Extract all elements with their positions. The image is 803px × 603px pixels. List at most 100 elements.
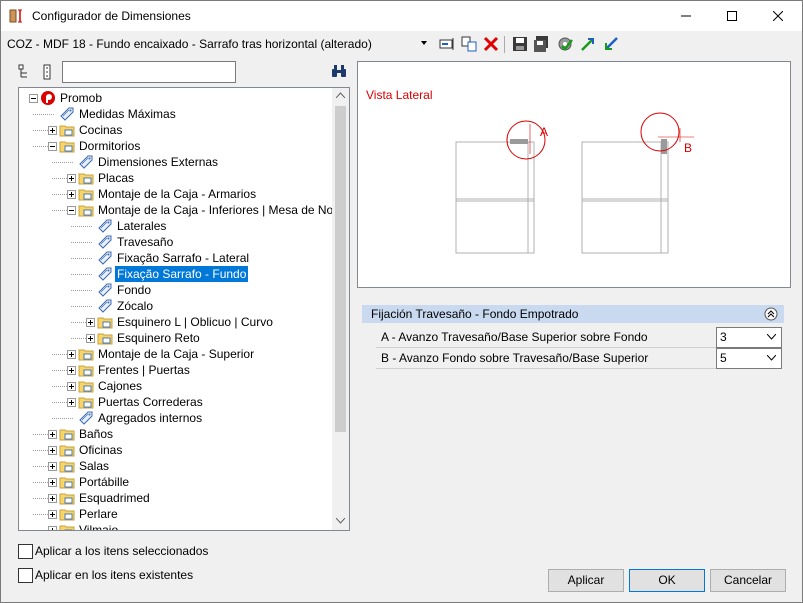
configuration-combo[interactable]: COZ - MDF 18 - Fundo encaixado - Sarrafo… — [7, 37, 372, 51]
tree-item[interactable]: Laterales — [19, 218, 332, 234]
category-tree[interactable]: Promob Medidas Máximas Cocinas Dormitorios D… — [18, 87, 350, 531]
tree-item[interactable]: Fixação Sarrafo - Fundo — [19, 266, 332, 282]
tree-item[interactable]: Fixação Sarrafo - Lateral — [19, 250, 332, 266]
folder-icon — [59, 461, 75, 473]
minimize-button[interactable] — [663, 1, 709, 31]
expand-icon[interactable] — [67, 190, 76, 199]
apply-existing-checkbox[interactable] — [18, 568, 33, 583]
expand-icon[interactable] — [67, 174, 76, 183]
expand-icon[interactable] — [48, 478, 57, 487]
section-title: Fijación Travesaño - Fondo Empotrado — [371, 307, 579, 321]
combo-dropdown-arrow-icon[interactable] — [421, 41, 427, 45]
tree-item[interactable]: Fondo — [19, 282, 332, 298]
property-label: B - Avanzo Fondo sobre Travesaño/Base Su… — [381, 351, 649, 365]
ok-button[interactable]: OK — [629, 569, 705, 592]
property-value-select-a[interactable]: 3 — [716, 327, 782, 348]
tree-item[interactable]: Agregados internos — [19, 410, 332, 426]
collapse-icon[interactable] — [67, 206, 76, 215]
tree-item[interactable]: Cajones — [19, 378, 332, 394]
save-as-icon[interactable] — [533, 35, 551, 53]
promob-logo-icon — [41, 91, 55, 105]
tree-item[interactable]: Esquinero L | Oblicuo | Curvo — [19, 314, 332, 330]
apply-existing-label[interactable]: Aplicar en los itens existentes — [35, 568, 193, 582]
tree-connector — [71, 226, 92, 227]
folder-icon — [78, 189, 94, 201]
save-icon[interactable] — [511, 35, 529, 53]
expand-icon[interactable] — [67, 350, 76, 359]
tree-item[interactable]: Perlare — [19, 506, 332, 522]
tree-item[interactable]: Dimensiones Externas — [19, 154, 332, 170]
rename-icon[interactable] — [438, 35, 456, 53]
tree-item-label: Montaje de la Caja - Armarios — [98, 187, 257, 201]
folder-icon — [59, 429, 75, 441]
collapse-all-icon[interactable] — [18, 64, 34, 80]
tree-item[interactable]: Dormitorios — [19, 138, 332, 154]
tree-item[interactable]: Cocinas — [19, 122, 332, 138]
scroll-up-icon[interactable] — [336, 92, 345, 98]
check-gear-icon[interactable] — [556, 35, 574, 53]
copy-icon[interactable] — [460, 35, 478, 53]
tree-item[interactable]: Zócalo — [19, 298, 332, 314]
tree-connector — [33, 114, 54, 115]
close-button[interactable] — [755, 1, 801, 31]
delete-icon[interactable] — [482, 35, 500, 53]
apply-button[interactable]: Aplicar — [548, 569, 624, 592]
tree-item[interactable]: Montaje de la Caja - Armarios — [19, 186, 332, 202]
expand-all-icon[interactable] — [39, 64, 55, 80]
expand-icon[interactable] — [48, 526, 57, 530]
tree-search-input[interactable] — [62, 61, 236, 83]
tree-item[interactable]: Promob — [19, 90, 332, 106]
expand-icon[interactable] — [86, 334, 95, 343]
window-title: Configurador de Dimensiones — [32, 9, 191, 23]
tree-item[interactable]: Placas — [19, 170, 332, 186]
binoculars-icon[interactable] — [331, 63, 347, 79]
tree-item[interactable]: Frentes | Puertas — [19, 362, 332, 378]
tree-item[interactable]: Montaje de la Caja - Inferiores | Mesa d… — [19, 202, 349, 218]
tree-item[interactable]: Oficinas — [19, 442, 332, 458]
collapse-section-icon[interactable] — [764, 307, 778, 321]
tree-item[interactable]: Salas — [19, 458, 332, 474]
expand-icon[interactable] — [48, 462, 57, 471]
tree-item[interactable]: Montaje de la Caja - Superior — [19, 346, 332, 362]
expand-icon[interactable] — [48, 126, 57, 135]
property-value: 3 — [720, 330, 727, 344]
export-icon[interactable] — [579, 35, 597, 53]
expand-icon[interactable] — [86, 318, 95, 327]
tree-item[interactable]: Vilmaio — [19, 522, 332, 531]
tree-item-label: Oficinas — [79, 443, 123, 457]
import-icon[interactable] — [602, 35, 620, 53]
tree-item-label-selected: Fixação Sarrafo - Fundo — [115, 266, 249, 282]
tag-icon — [98, 219, 112, 233]
tree-item[interactable]: Travesaño — [19, 234, 332, 250]
cancel-button[interactable]: Cancelar — [710, 569, 786, 592]
tree-vertical-scrollbar[interactable] — [332, 88, 349, 530]
expand-icon[interactable] — [48, 510, 57, 519]
collapse-icon[interactable] — [29, 94, 38, 103]
expand-icon[interactable] — [67, 398, 76, 407]
tree-item[interactable]: Baños — [19, 426, 332, 442]
tree-item[interactable]: Esquinero Reto — [19, 330, 332, 346]
tree-item[interactable]: Portábille — [19, 474, 332, 490]
expand-icon[interactable] — [67, 366, 76, 375]
folder-icon — [59, 509, 75, 521]
expand-icon[interactable] — [48, 430, 57, 439]
tree-item-label: Vilmaio — [79, 523, 119, 531]
expand-icon[interactable] — [48, 494, 57, 503]
collapse-icon[interactable] — [48, 142, 57, 151]
maximize-button[interactable] — [709, 1, 755, 31]
property-section-header[interactable]: Fijación Travesaño - Fondo Empotrado — [362, 305, 784, 323]
scroll-down-icon[interactable] — [336, 518, 345, 524]
scrollbar-thumb[interactable] — [335, 106, 346, 432]
tree-item-label: Cocinas — [79, 123, 123, 137]
apply-selected-checkbox[interactable] — [18, 544, 33, 559]
tree-item[interactable]: Puertas Correderas — [19, 394, 332, 410]
property-value: 5 — [720, 351, 727, 365]
title-bar: Configurador de Dimensiones — [1, 1, 802, 31]
tree-item[interactable]: Medidas Máximas — [19, 106, 332, 122]
apply-selected-label[interactable]: Aplicar a los itens seleccionados — [35, 544, 208, 558]
property-value-select-b[interactable]: 5 — [716, 348, 782, 369]
tree-item-label: Dormitorios — [79, 139, 141, 153]
tree-item[interactable]: Esquadrimed — [19, 490, 332, 506]
expand-icon[interactable] — [48, 446, 57, 455]
expand-icon[interactable] — [67, 382, 76, 391]
